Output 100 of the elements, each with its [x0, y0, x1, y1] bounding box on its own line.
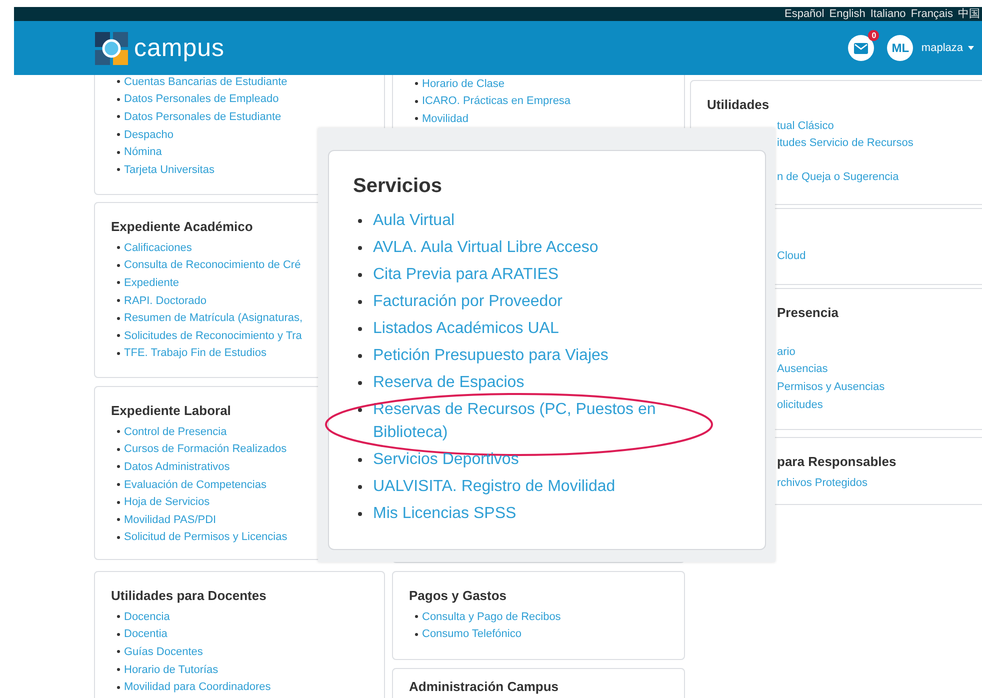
card-title: Expediente Académico — [111, 218, 253, 235]
language-link[interactable]: 中国 — [958, 7, 980, 21]
menu-link[interactable]: ario — [777, 344, 796, 359]
bullet-icon — [117, 264, 120, 267]
bullet-icon — [117, 536, 120, 539]
menu-link[interactable]: UALVISITA. Registro de Movilidad — [373, 475, 616, 498]
language-link[interactable]: Italiano — [870, 7, 906, 21]
menu-link[interactable]: Consumo Telefónico — [422, 627, 522, 642]
bullet-icon — [415, 632, 418, 636]
menu-link[interactable]: Ausencias — [777, 362, 828, 376]
menu-link[interactable]: Movilidad para Coordinadores — [124, 680, 271, 694]
user-avatar[interactable]: ML — [887, 35, 914, 61]
menu-link[interactable]: Expediente — [124, 276, 180, 290]
bullet-icon — [358, 327, 362, 331]
language-link[interactable]: English — [829, 7, 866, 21]
menu-link[interactable]: Consulta de Reconocimiento de Cré — [124, 258, 301, 272]
mail-icon — [854, 42, 868, 54]
bullet-icon — [117, 281, 120, 284]
menu-link[interactable]: Datos Personales de Empleado — [124, 92, 279, 106]
menu-link[interactable]: Tarjeta Universitas — [124, 162, 214, 177]
card-title: Pagos y Gastos — [409, 587, 507, 604]
menu-link[interactable]: Servicios Deportivos — [373, 448, 519, 471]
menu-link[interactable]: Permisos y Ausencias — [777, 380, 885, 394]
bullet-icon — [117, 632, 120, 636]
menu-link[interactable]: Reserva de Espacios — [373, 371, 524, 394]
menu-link[interactable]: AVLA. Aula Virtual Libre Acceso — [373, 236, 598, 259]
menu-link[interactable]: tual Clásico — [777, 118, 834, 133]
menu-link[interactable]: Calificaciones — [124, 240, 192, 255]
menu-link[interactable]: Facturación por Proveedor — [373, 290, 562, 313]
bullet-icon — [358, 408, 362, 412]
menu-link[interactable]: Horario de Clase — [422, 76, 505, 91]
bullet-icon — [117, 650, 120, 654]
bullet-icon — [117, 465, 120, 468]
card-title: Expediente Laboral — [111, 402, 231, 419]
menu-link[interactable]: TFE. Trabajo Fin de Estudios — [124, 346, 266, 360]
bullet-icon — [117, 98, 120, 101]
user-menu-button[interactable]: maplaza — [913, 41, 974, 55]
bullet-icon — [117, 668, 120, 672]
menu-link[interactable]: Despacho — [124, 128, 174, 142]
menu-link[interactable]: Docencia — [124, 610, 170, 624]
bullet-icon — [117, 133, 120, 136]
bullet-icon — [117, 430, 120, 434]
menu-link[interactable]: Solicitudes de Reconocimiento y Tra — [124, 328, 302, 343]
menu-link[interactable]: Cuentas Bancarias de Estudiante — [124, 75, 288, 89]
bullet-icon — [117, 316, 120, 320]
menu-link[interactable]: Cita Previa para ARATIES — [373, 263, 559, 286]
bullet-icon — [117, 352, 120, 355]
bullet-icon — [415, 117, 418, 120]
menu-link[interactable]: Datos Personales de Estudiante — [124, 110, 282, 124]
menu-link[interactable]: Docentia — [124, 627, 168, 642]
bullet-icon — [117, 299, 120, 302]
menu-link[interactable]: Solicitud de Permisos y Licencias — [124, 530, 288, 544]
card-title: Utilidades para Docentes — [111, 587, 266, 604]
bullet-icon — [358, 246, 362, 250]
menu-link[interactable]: Resumen de Matrícula (Asignaturas, — [124, 311, 303, 326]
bullet-icon — [117, 500, 120, 504]
notification-badge: 0 — [868, 30, 880, 41]
bullet-icon — [358, 219, 362, 223]
caret-icon — [968, 46, 974, 50]
language-link[interactable]: Français — [910, 7, 953, 21]
menu-link[interactable]: Movilidad PAS/PDI — [124, 512, 216, 527]
brand-name: campus — [134, 33, 225, 63]
menu-link[interactable]: itudes Servicio de Recursos — [777, 136, 914, 150]
logo-icon — [95, 32, 128, 64]
menu-link[interactable]: Petición Presupuesto para Viajes — [373, 344, 608, 367]
card-title: Utilidades — [707, 96, 770, 113]
menu-link[interactable]: n de Queja o Sugerencia — [777, 170, 899, 184]
menu-link[interactable]: Listados Académicos UAL — [373, 317, 559, 340]
bullet-icon — [117, 615, 120, 618]
menu-link[interactable]: Movilidad — [422, 112, 468, 126]
menu-link[interactable]: Control de Presencia — [124, 424, 227, 439]
menu-link[interactable]: Nómina — [124, 145, 162, 160]
menu-link[interactable]: rchivos Protegidos — [777, 476, 868, 490]
card-title: Administración Campus — [409, 678, 559, 695]
menu-link[interactable]: Hoja de Servicios — [124, 495, 210, 510]
menu-link[interactable]: Horario de Tutorías — [124, 662, 218, 677]
menu-link[interactable]: olicitudes — [777, 398, 823, 412]
menu-link[interactable]: Aula Virtual — [373, 209, 455, 232]
menu-link[interactable]: Cloud — [777, 248, 806, 263]
bullet-icon — [117, 168, 120, 172]
card-title: Servicios — [353, 174, 442, 199]
menu-link[interactable]: Evaluación de Competencias — [124, 478, 266, 492]
bullet-icon — [117, 150, 120, 154]
menu-link[interactable]: ICARO. Prácticas en Empresa — [422, 94, 571, 108]
menu-link[interactable]: RAPI. Doctorado — [124, 294, 207, 308]
bullet-icon — [117, 483, 120, 486]
bullet-icon — [117, 80, 120, 84]
menu-link[interactable]: Datos Administrativos — [124, 460, 230, 474]
card-title: para Responsables — [777, 453, 896, 470]
language-link[interactable]: Español — [784, 7, 824, 21]
bullet-icon — [117, 115, 120, 118]
menu-link[interactable]: Mis Licencias SPSS — [373, 502, 516, 525]
bullet-icon — [415, 100, 418, 103]
menu-link[interactable]: Consulta y Pago de Recibos — [422, 610, 561, 624]
menu-link[interactable]: Guías Docentes — [124, 644, 203, 659]
bullet-icon — [415, 82, 418, 86]
bullet-icon — [117, 686, 120, 689]
bullet-icon — [358, 512, 362, 516]
bullet-icon — [117, 448, 120, 451]
menu-link[interactable]: Cursos de Formación Realizados — [124, 442, 287, 456]
